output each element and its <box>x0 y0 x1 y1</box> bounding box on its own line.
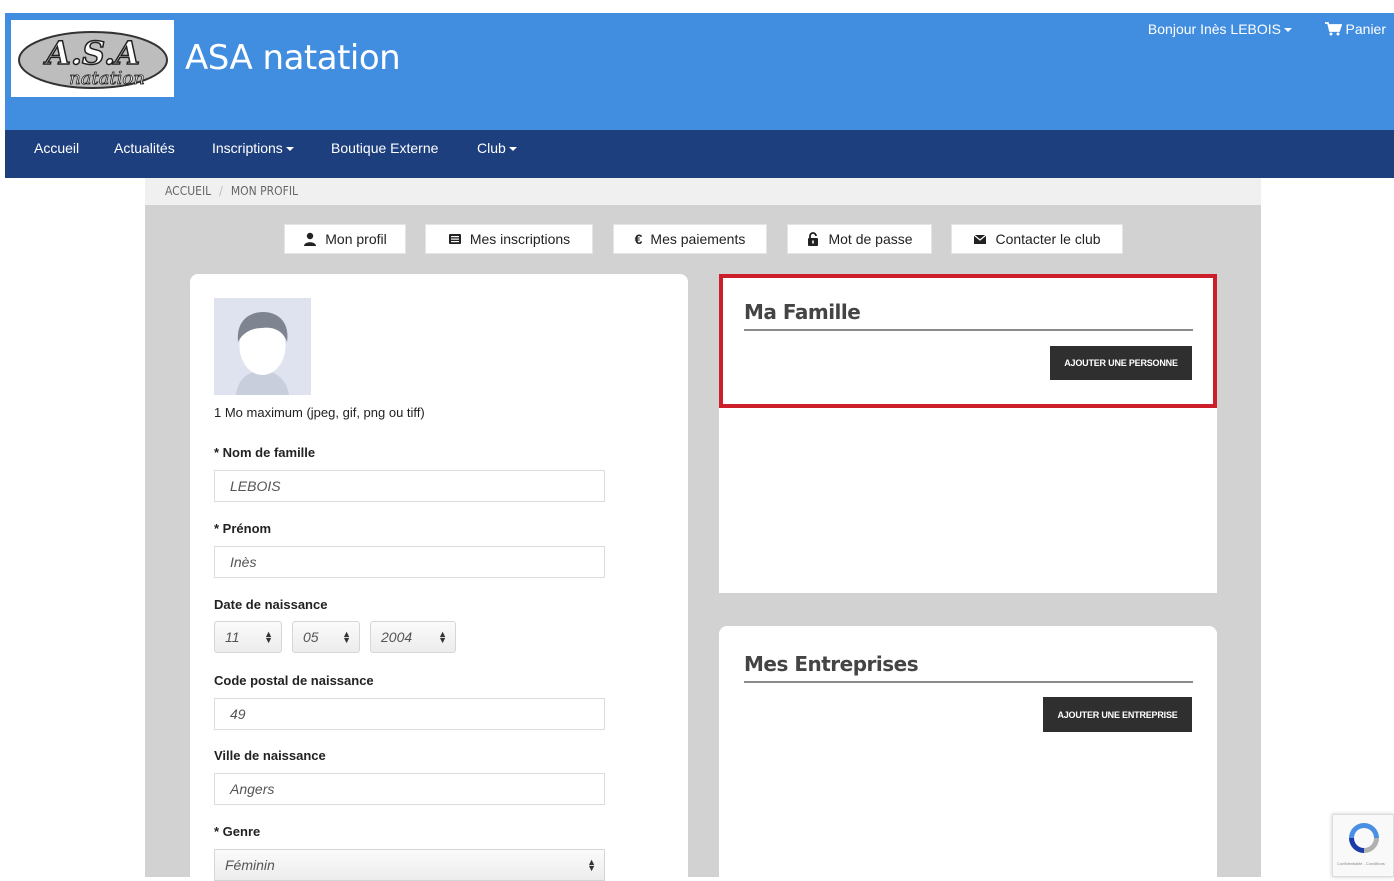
birth-city-label: Ville de naissance <box>214 748 326 763</box>
user-menu[interactable]: Bonjour Inès LEBOIS <box>1148 21 1292 37</box>
last-name-label: * Nom de famille <box>214 445 316 460</box>
companies-divider <box>744 681 1193 683</box>
tab-mes-paiements[interactable]: € Mes paiements <box>613 224 767 254</box>
caret-down-icon <box>1284 28 1292 33</box>
nav-item-label: Inscriptions <box>212 140 283 156</box>
tab-label: Mes inscriptions <box>469 231 571 247</box>
birth-postal-label: Code postal de naissance <box>214 673 374 688</box>
tab-label: Contacter le club <box>995 231 1101 247</box>
tab-label: Mon profil <box>325 231 387 247</box>
nav-item-label: Club <box>477 140 506 156</box>
first-name-label: * Prénom <box>214 521 272 536</box>
birth-year-select[interactable]: 2004 ▲ ▼ <box>370 621 456 653</box>
last-name-input[interactable]: LEBOIS <box>214 470 605 502</box>
cart-link[interactable]: Panier <box>1324 21 1386 37</box>
first-name-input[interactable]: Inès <box>214 546 605 578</box>
family-title: Ma Famille <box>744 300 861 324</box>
site-title[interactable]: ASA natation <box>185 38 401 78</box>
caret-down-icon <box>285 147 294 152</box>
family-divider <box>744 329 1193 331</box>
family-card: Ma Famille AJOUTER UNE PERSONNE <box>719 274 1217 593</box>
breadcrumb: ACCUEIL / MON PROFIL <box>145 178 1261 205</box>
updown-arrows-icon: ▲ ▼ <box>438 629 447 645</box>
birth-date-label: Date de naissance <box>214 597 328 612</box>
lock-icon <box>808 232 819 246</box>
cart-label: Panier <box>1345 21 1386 37</box>
birth-month-select[interactable]: 05 ▲ ▼ <box>292 621 360 653</box>
breadcrumb-separator: / <box>219 184 223 198</box>
birth-month-value: 05 <box>303 629 319 645</box>
gender-select[interactable]: Féminin ▲ ▼ <box>214 849 605 881</box>
svg-text:A.S.A: A.S.A <box>43 34 140 72</box>
asa-logo-icon: A.S.A natation <box>17 30 168 89</box>
birth-city-input[interactable]: Angers <box>214 773 605 805</box>
caret-down-icon <box>508 147 517 152</box>
tab-mes-inscriptions[interactable]: Mes inscriptions <box>425 224 593 254</box>
main-nav: Accueil Actualités Inscriptions Boutique… <box>5 130 1394 178</box>
breadcrumb-current: MON PROFIL <box>230 184 299 198</box>
profile-card: 1 Mo maximum (jpeg, gif, png ou tiff) * … <box>190 274 688 881</box>
svg-text:natation: natation <box>69 68 145 89</box>
user-greeting: Bonjour Inès LEBOIS <box>1147 21 1281 37</box>
recaptcha-footer[interactable]: Confidentialité - Conditions <box>1337 861 1385 866</box>
tab-label: Mot de passe <box>828 231 913 247</box>
updown-arrows-icon: ▲ ▼ <box>342 629 351 645</box>
recaptcha-badge[interactable]: Confidentialité - Conditions <box>1332 814 1394 877</box>
tab-contacter-club[interactable]: Contacter le club <box>951 224 1123 254</box>
photo-size-hint: 1 Mo maximum (jpeg, gif, png ou tiff) <box>214 405 425 420</box>
nav-item-actualites[interactable]: Actualités <box>114 140 175 156</box>
add-person-button[interactable]: AJOUTER UNE PERSONNE <box>1050 346 1192 380</box>
birth-day-value: 11 <box>225 629 240 645</box>
updown-arrows-icon: ▲ ▼ <box>264 629 273 645</box>
gender-label: * Genre <box>214 824 261 839</box>
recaptcha-icon <box>1349 823 1379 853</box>
tab-mon-profil[interactable]: Mon profil <box>284 224 406 254</box>
companies-title: Mes Entreprises <box>744 652 919 676</box>
envelope-icon <box>974 234 987 244</box>
birth-postal-input[interactable]: 49 <box>214 698 605 730</box>
updown-arrows-icon: ▲ ▼ <box>587 857 596 873</box>
cart-icon <box>1324 22 1342 36</box>
nav-item-club[interactable]: Club <box>477 140 517 156</box>
list-icon <box>448 234 461 244</box>
birth-day-select[interactable]: 11 ▲ ▼ <box>214 621 282 653</box>
profile-photo[interactable] <box>214 298 311 395</box>
user-icon <box>304 232 317 246</box>
tab-mot-de-passe[interactable]: Mot de passe <box>787 224 932 254</box>
euro-icon: € <box>634 231 643 247</box>
companies-card: Mes Entreprises AJOUTER UNE ENTREPRISE <box>719 626 1217 877</box>
add-company-button[interactable]: AJOUTER UNE ENTREPRISE <box>1043 697 1192 732</box>
nav-item-accueil[interactable]: Accueil <box>34 140 79 156</box>
breadcrumb-home[interactable]: ACCUEIL <box>165 184 211 198</box>
site-logo[interactable]: A.S.A natation <box>11 20 174 97</box>
nav-item-boutique[interactable]: Boutique Externe <box>331 140 438 156</box>
avatar-placeholder-icon <box>236 312 289 395</box>
nav-item-inscriptions[interactable]: Inscriptions <box>212 140 294 156</box>
tab-label: Mes paiements <box>650 231 746 247</box>
gender-value: Féminin <box>225 857 275 873</box>
birth-year-value: 2004 <box>381 629 413 645</box>
